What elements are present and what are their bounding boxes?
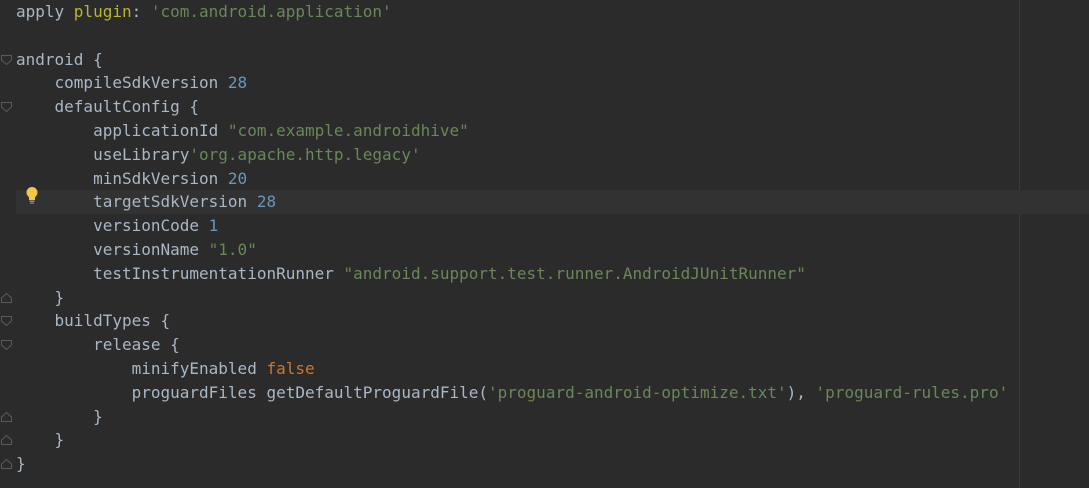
code-token: release {: [16, 335, 180, 355]
code-line[interactable]: defaultConfig {: [16, 95, 1089, 119]
code-token: "com.example.androidhive": [227, 121, 469, 140]
code-token: applicationId: [16, 121, 228, 140]
fold-open-icon[interactable]: [1, 54, 12, 65]
code-token: versionName: [16, 240, 209, 259]
code-token: 1: [208, 216, 219, 236]
code-line[interactable]: proguardFiles getDefaultProguardFile('pr…: [16, 381, 1089, 405]
code-token: targetSdkVersion: [16, 192, 257, 212]
code-token: 'com.android.application': [150, 2, 392, 21]
code-line[interactable]: release {: [16, 333, 1089, 357]
code-token: useLibrary: [16, 144, 190, 164]
code-token: }: [16, 430, 65, 450]
code-line[interactable]: }: [16, 428, 1089, 452]
code-token: 'proguard-rules.pro': [815, 382, 1009, 402]
code-token: 20: [227, 168, 248, 188]
code-token: defaultConfig {: [16, 97, 200, 117]
code-token: 'proguard-android-optimize.txt': [488, 382, 787, 402]
code-token: compileSdkVersion: [16, 73, 228, 93]
code-token: apply: [16, 2, 74, 21]
fold-close-icon[interactable]: [1, 459, 12, 470]
fold-open-icon[interactable]: [1, 316, 12, 327]
code-line[interactable]: }: [16, 452, 1089, 476]
code-line[interactable]: testInstrumentationRunner "android.suppo…: [16, 262, 1089, 286]
code-token: "android.support.test.runner.AndroidJUni…: [343, 263, 806, 283]
code-token: "1.0": [208, 240, 257, 259]
fold-gutter: [0, 0, 16, 488]
code-token: false: [266, 359, 315, 378]
fold-close-icon[interactable]: [1, 292, 12, 303]
code-token: android {: [16, 49, 103, 69]
fold-close-icon[interactable]: [1, 411, 12, 422]
code-line[interactable]: apply plugin: 'com.android.application': [16, 0, 1089, 24]
code-token: }: [16, 287, 65, 307]
code-token: 28: [256, 192, 277, 212]
code-token: :: [131, 2, 151, 21]
code-line[interactable]: versionName "1.0": [16, 238, 1089, 262]
lightbulb-icon[interactable]: [24, 186, 40, 204]
code-token: ),: [786, 382, 816, 402]
code-token: }: [16, 406, 103, 426]
fold-open-icon[interactable]: [1, 102, 12, 113]
code-line[interactable]: [16, 24, 1089, 48]
code-token: 'org.apache.http.legacy': [189, 144, 421, 164]
fold-close-icon[interactable]: [1, 435, 12, 446]
code-token: minSdkVersion: [16, 168, 228, 188]
code-line[interactable]: targetSdkVersion 28: [16, 190, 1089, 215]
code-line[interactable]: compileSdkVersion 28: [16, 71, 1089, 95]
code-token: minifyEnabled: [16, 359, 267, 378]
code-line[interactable]: versionCode 1: [16, 214, 1089, 238]
code-line[interactable]: minSdkVersion 20: [16, 167, 1089, 191]
code-line[interactable]: }: [16, 286, 1089, 310]
code-token: buildTypes {: [16, 311, 171, 331]
code-line[interactable]: useLibrary'org.apache.http.legacy': [16, 143, 1089, 167]
code-line[interactable]: minifyEnabled false: [16, 357, 1089, 381]
code-editor[interactable]: apply plugin: 'com.android.application' a…: [0, 0, 1089, 488]
code-line[interactable]: android {: [16, 48, 1089, 72]
code-token: plugin: [73, 2, 132, 21]
code-line[interactable]: applicationId "com.example.androidhive": [16, 119, 1089, 143]
code-token: proguardFiles getDefaultProguardFile(: [16, 382, 489, 402]
code-token: }: [16, 454, 26, 474]
code-token: 28: [227, 73, 248, 93]
code-line[interactable]: }: [16, 405, 1089, 429]
code-token: versionCode: [16, 216, 209, 236]
code-token: testInstrumentationRunner: [16, 263, 344, 283]
fold-open-icon[interactable]: [1, 340, 12, 351]
code-line[interactable]: buildTypes {: [16, 309, 1089, 333]
